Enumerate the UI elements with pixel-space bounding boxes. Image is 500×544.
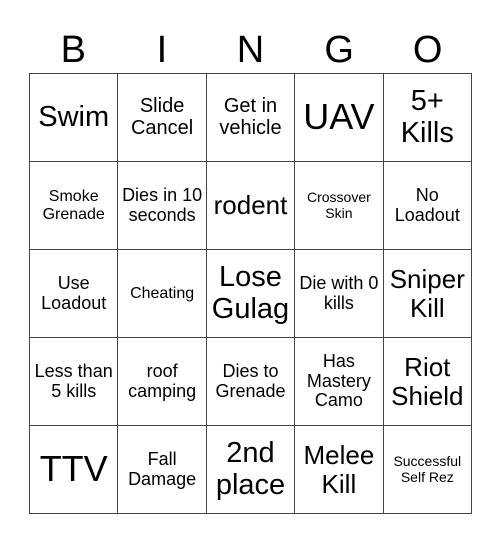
bingo-cell[interactable]: Dies to Grenade (206, 338, 296, 426)
bingo-cell[interactable]: Riot Shield (383, 338, 472, 426)
bingo-cell-label: Cheating (130, 284, 195, 302)
header-letter-o: O (412, 29, 443, 71)
bingo-cell-label: Successful Self Rez (393, 453, 462, 485)
bingo-cell-label: roof camping (128, 361, 197, 401)
bingo-cell-label: Swim (38, 100, 110, 133)
bingo-cell-label: Fall Damage (128, 449, 197, 489)
bingo-cell[interactable]: Sniper Kill (383, 250, 472, 338)
bingo-cell[interactable]: Melee Kill (295, 426, 384, 514)
bingo-cell[interactable]: TTV (30, 426, 119, 514)
bingo-cell[interactable]: UAV (295, 74, 384, 162)
bingo-cell[interactable]: Use Loadout (30, 250, 119, 338)
bingo-cell[interactable]: Slide Cancel (118, 74, 207, 162)
bingo-cell-label: Lose Gulag (211, 261, 290, 325)
bingo-cell[interactable]: Successful Self Rez (383, 426, 472, 514)
header-letter-g: G (324, 29, 354, 71)
bingo-cell-label: Die with 0 kills (299, 273, 379, 313)
header-letter-n: N (236, 29, 265, 71)
bingo-cell[interactable]: Swim (30, 74, 119, 162)
bingo-header: B I N G O (29, 28, 472, 72)
bingo-cell-label: Has Mastery Camo (306, 351, 371, 411)
bingo-cell-label: Sniper Kill (389, 264, 465, 323)
bingo-cell[interactable]: Less than 5 kills (30, 338, 119, 426)
bingo-cell[interactable]: Get in vehicle (206, 74, 296, 162)
bingo-cell-label: Melee Kill (303, 440, 375, 499)
bingo-cell-label: Slide Cancel (130, 94, 194, 139)
bingo-cell[interactable]: Cheating (118, 250, 207, 338)
bingo-cell-label: Get in vehicle (219, 94, 282, 139)
bingo-cell[interactable]: Has Mastery Camo (295, 338, 384, 426)
bingo-cell-label: TTV (39, 448, 108, 490)
bingo-cell[interactable]: Lose Gulag (206, 250, 296, 338)
bingo-cell-label: Use Loadout (41, 273, 107, 313)
bingo-cell[interactable]: Die with 0 kills (295, 250, 384, 338)
bingo-cell-label: Less than 5 kills (34, 361, 113, 401)
bingo-cell-label: 2nd place (215, 437, 286, 501)
header-letter-b: B (60, 29, 86, 71)
bingo-cell-label: 5+ Kills (400, 85, 454, 149)
bingo-cell-label: No Loadout (394, 185, 460, 225)
bingo-cell-label: Riot Shield (391, 352, 464, 411)
bingo-cell[interactable]: roof camping (118, 338, 207, 426)
bingo-cell[interactable]: Smoke Grenade (30, 162, 119, 250)
bingo-cell[interactable]: 2nd place (206, 426, 296, 514)
header-letter-i: I (156, 29, 168, 71)
bingo-cell-label: Crossover Skin (306, 189, 371, 221)
bingo-cell-label: UAV (303, 96, 375, 138)
bingo-grid: Swim Slide Cancel Get in vehicle UAV 5+ Kill… (29, 73, 472, 514)
bingo-cell[interactable]: rodent (206, 162, 296, 250)
bingo-cell[interactable]: Crossover Skin (295, 162, 384, 250)
bingo-cell[interactable]: Dies in 10 seconds (118, 162, 207, 250)
bingo-cell[interactable]: No Loadout (383, 162, 472, 250)
bingo-cell-label: Smoke Grenade (42, 188, 105, 223)
bingo-cell[interactable]: Fall Damage (118, 426, 207, 514)
bingo-cell[interactable]: 5+ Kills (383, 74, 472, 162)
bingo-cell-label: Dies in 10 seconds (122, 185, 203, 225)
bingo-cell-label: rodent (213, 190, 288, 221)
bingo-cell-label: Dies to Grenade (215, 361, 286, 401)
